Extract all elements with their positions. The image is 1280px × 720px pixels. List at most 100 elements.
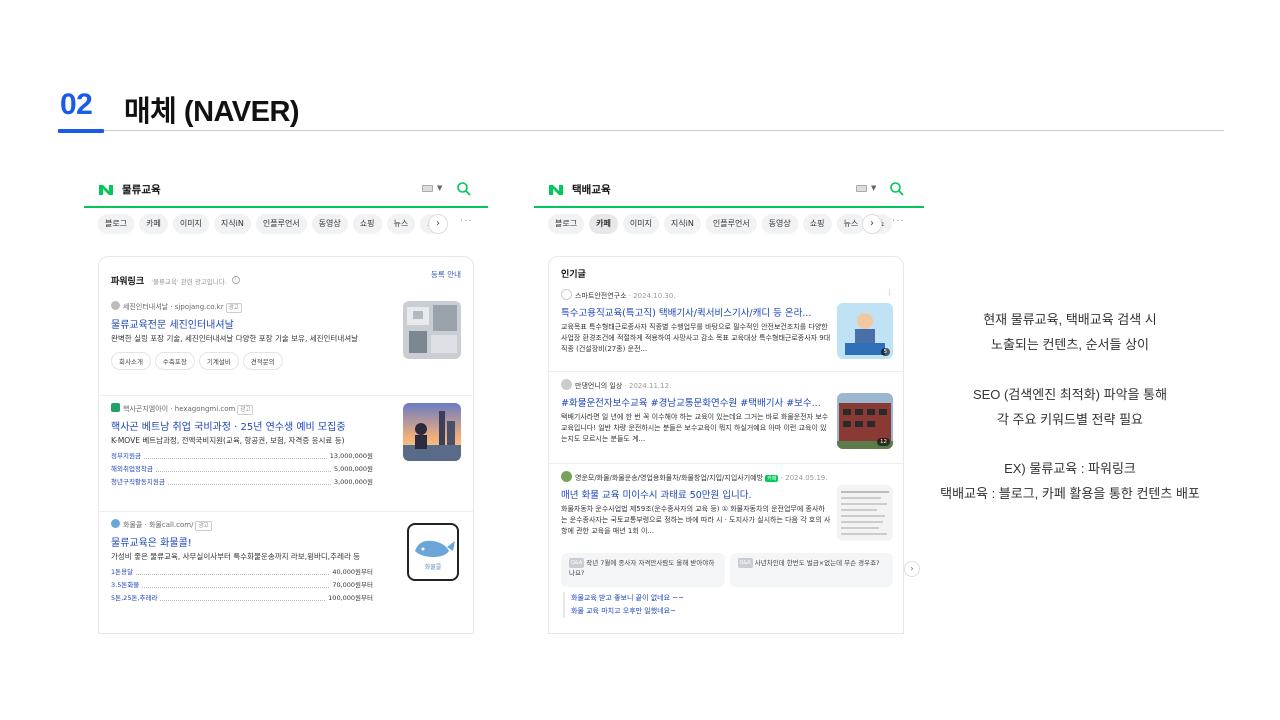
sitelink-chip[interactable]: 견적문의 (242, 352, 283, 370)
cafe-badge: 카페 (765, 475, 779, 482)
powerlink-card: 파워링크 '물류교육' 관련 광고입니다. i 등록 안내 세진인터내셔날 · … (98, 256, 474, 634)
search-icon[interactable] (889, 181, 905, 197)
price-row[interactable]: 5톤,25톤,추레라 100,000원부터 (111, 592, 373, 605)
keyboard-icon[interactable] (422, 185, 433, 192)
tab-shopping[interactable]: 쇼핑 (352, 214, 382, 234)
post-title[interactable]: 매년 화물 교육 미이수시 과태료 50만원 입니다. (561, 487, 831, 501)
post-item[interactable]: 영운모/화물/화물운송/영업용화물차/화물창업/지입/지입사기예방 카페 · 2… (561, 471, 893, 551)
sitelink-chip[interactable]: 회사소개 (111, 352, 151, 370)
search-query[interactable]: 택배교육 (572, 182, 611, 197)
sitelink-chip[interactable]: 수축포장 (154, 352, 195, 370)
caret-down-icon[interactable]: ▼ (871, 184, 876, 192)
h-logo-icon (111, 403, 120, 412)
post-author[interactable]: 영운모/화물/화물운송/영업용화물차/화물창업/지입/지입사기예방 (575, 474, 763, 482)
post-author[interactable]: 만댕언니의 일상 (575, 382, 622, 390)
ad-thumbnail[interactable] (403, 301, 461, 359)
ad-item[interactable]: 세진인터내셔날 · sjpojang.co.kr 광고 물류교육전문 세진인터내셔… (111, 301, 461, 387)
tab-image[interactable]: 이미지 (622, 214, 659, 234)
price-row[interactable]: 3.5톤화물 70,000원부터 (111, 579, 373, 592)
page-title: 매체 (NAVER) (124, 96, 300, 128)
tab-influencer[interactable]: 인플루언서 (705, 214, 757, 234)
search-bar[interactable]: 물류교육 ▼ (84, 172, 488, 208)
tab-news[interactable]: 뉴스 (836, 214, 866, 234)
ad-description: 가성비 좋은 물류교육, 사무실이사부터 특수화물운송까지 라보,윙바디,추레라… (111, 552, 361, 561)
post-thumbnail[interactable]: 12 (837, 393, 893, 449)
price-label: 청년구직활동지원금 (111, 478, 165, 486)
ad-item[interactable]: 핵사곤지엠아이 · hexagongmi.com 광고 핵사곤 베트남 취업 국비… (111, 403, 461, 505)
tabs-next-button[interactable]: › (862, 214, 882, 234)
tab-influencer[interactable]: 인플루언서 (255, 214, 307, 234)
tab-news[interactable]: 뉴스 (386, 214, 416, 234)
post-item[interactable]: 만댕언니의 일상 · 2024.11.12. #화물운전자보수교육 #경남교통문… (561, 379, 893, 459)
qa-tag: Q&A (569, 558, 585, 568)
search-icon[interactable] (456, 181, 472, 197)
cafe-profile-icon (561, 471, 572, 482)
tab-cafe[interactable]: 카페 (589, 214, 618, 234)
tab-cafe[interactable]: 카페 (139, 214, 168, 234)
tab-blog[interactable]: 블로그 (98, 214, 135, 234)
register-link[interactable]: 등록 안내 (431, 269, 461, 280)
tabs-next-button[interactable]: › (428, 214, 448, 234)
description-block-3: EX) 물류교육 : 파워링크 택배교육 : 블로그, 카페 활용을 통한 컨텐… (930, 456, 1210, 506)
comment-item[interactable]: 화물교육 받고 좋보니 끝이 없네요 ~~ (571, 592, 684, 605)
qa-item[interactable]: Q&A 작년 7월에 종사자 자격만사람도 올해 받아야하나요? (561, 553, 725, 587)
price-amount: 5,000,000원 (333, 465, 373, 473)
ad-badge: 광고 (225, 303, 242, 313)
price-amount: 40,000원부터 (332, 568, 373, 576)
ad-source-text: 화물콜 · 화물call.com/ (123, 521, 194, 529)
tab-video[interactable]: 동영상 (761, 214, 798, 234)
caret-down-icon[interactable]: ▼ (437, 184, 442, 192)
tab-kin[interactable]: 지식iN (663, 214, 701, 234)
price-row[interactable]: 청년구직활동지원금 3,000,000원 (111, 476, 373, 489)
price-row[interactable]: 해외취업정착금 5,000,000원 (111, 463, 373, 476)
price-label: 3.5톤화물 (111, 581, 140, 589)
info-icon[interactable]: i (231, 275, 240, 284)
ad-source-text: 세진인터내셔날 · sjpojang.co.kr (123, 303, 224, 311)
price-amount: 3,000,000원 (333, 478, 373, 486)
post-menu-icon[interactable]: ⋮ (886, 289, 893, 297)
price-row[interactable]: 정부지원금 13,000,000원 (111, 450, 373, 463)
more-menu-icon[interactable]: ··· (460, 216, 473, 227)
post-title[interactable]: #화물운전자보수교육 #경남교통문화연수원 #택배기사 #보수... (561, 395, 831, 409)
ad-source-text: 핵사곤지엠아이 · hexagongmi.com (123, 405, 236, 413)
post-thumbnail[interactable]: 5 (837, 303, 893, 359)
post-date: · 2024.05.19. (780, 474, 828, 482)
description-line: SEO (검색엔진 최적화) 파악을 통해 (972, 387, 1168, 402)
qa-text: 사년차인데 한번도 벌금×없는데 무슨 경우죠? (754, 559, 880, 567)
search-tabs: 블로그 카페 이미지 지식iN 인플루언서 동영상 쇼핑 뉴스 쇼 (98, 214, 442, 236)
search-bar[interactable]: 택배교육 ▼ (534, 172, 924, 208)
qa-item[interactable]: Q&A 사년차인데 한번도 벌금×없는데 무슨 경우죠? (729, 553, 893, 587)
qa-row: Q&A 작년 7월에 종사자 자격만사람도 올해 받아야하나요? Q&A 사년차인데… (561, 553, 893, 587)
tab-image[interactable]: 이미지 (172, 214, 209, 234)
comment-item[interactable]: 화물 교육 마치고 오후만 일했네요~ (571, 605, 684, 618)
ad-divider (99, 395, 473, 396)
post-thumbnail[interactable] (837, 485, 893, 541)
price-label: 1톤용달 (111, 568, 134, 576)
profile-icon (561, 289, 572, 300)
post-source: 스마트안전연구소 · 2024.10.30. ⋮ (561, 289, 893, 301)
description-block-1: 현재 물류교육, 택배교육 검색 시 노출되는 컨텐츠, 순서들 상이 (930, 307, 1210, 357)
description-block-2: SEO (검색엔진 최적화) 파악을 통해 각 주요 키워드별 전략 필요 (930, 382, 1210, 432)
qa-next-button[interactable]: › (904, 561, 920, 577)
ad-thumbnail[interactable]: 화물콜 (407, 523, 459, 581)
keyboard-icon[interactable] (856, 185, 867, 192)
tab-blog[interactable]: 블로그 (548, 214, 585, 234)
ad-item[interactable]: 화물콜 · 화물call.com/광고 물류교육은 화물콜! 가성비 좋은 물류… (111, 519, 461, 631)
description-line: 택배교육 : 블로그, 카페 활용을 통한 컨텐츠 배포 (940, 486, 1200, 501)
tab-kin[interactable]: 지식iN (213, 214, 251, 234)
description-line: 각 주요 키워드별 전략 필요 (996, 412, 1143, 427)
tab-video[interactable]: 동영상 (311, 214, 348, 234)
price-amount: 13,000,000원 (329, 452, 373, 460)
powerlink-header: 파워링크 '물류교육' 관련 광고입니다. i 등록 안내 (111, 269, 461, 287)
search-query[interactable]: 물류교육 (122, 182, 161, 197)
sitelink-chip[interactable]: 기계설비 (198, 352, 239, 370)
ad-thumbnail[interactable] (403, 403, 461, 461)
tab-shopping[interactable]: 쇼핑 (802, 214, 832, 234)
qa-tag: Q&A (737, 558, 753, 568)
post-item[interactable]: 스마트안전연구소 · 2024.10.30. ⋮ 특수고용직교육(특고직) 택배… (561, 289, 893, 369)
post-title[interactable]: 특수고용직교육(특고직) 택배기사/퀵서비스기사/캐디 등 온라... (561, 305, 831, 319)
more-menu-icon[interactable]: ··· (892, 216, 905, 227)
naver-logo-icon (549, 185, 563, 195)
post-author[interactable]: 스마트안전연구소 (575, 292, 627, 300)
price-row[interactable]: 1톤용달 40,000원부터 (111, 566, 373, 579)
